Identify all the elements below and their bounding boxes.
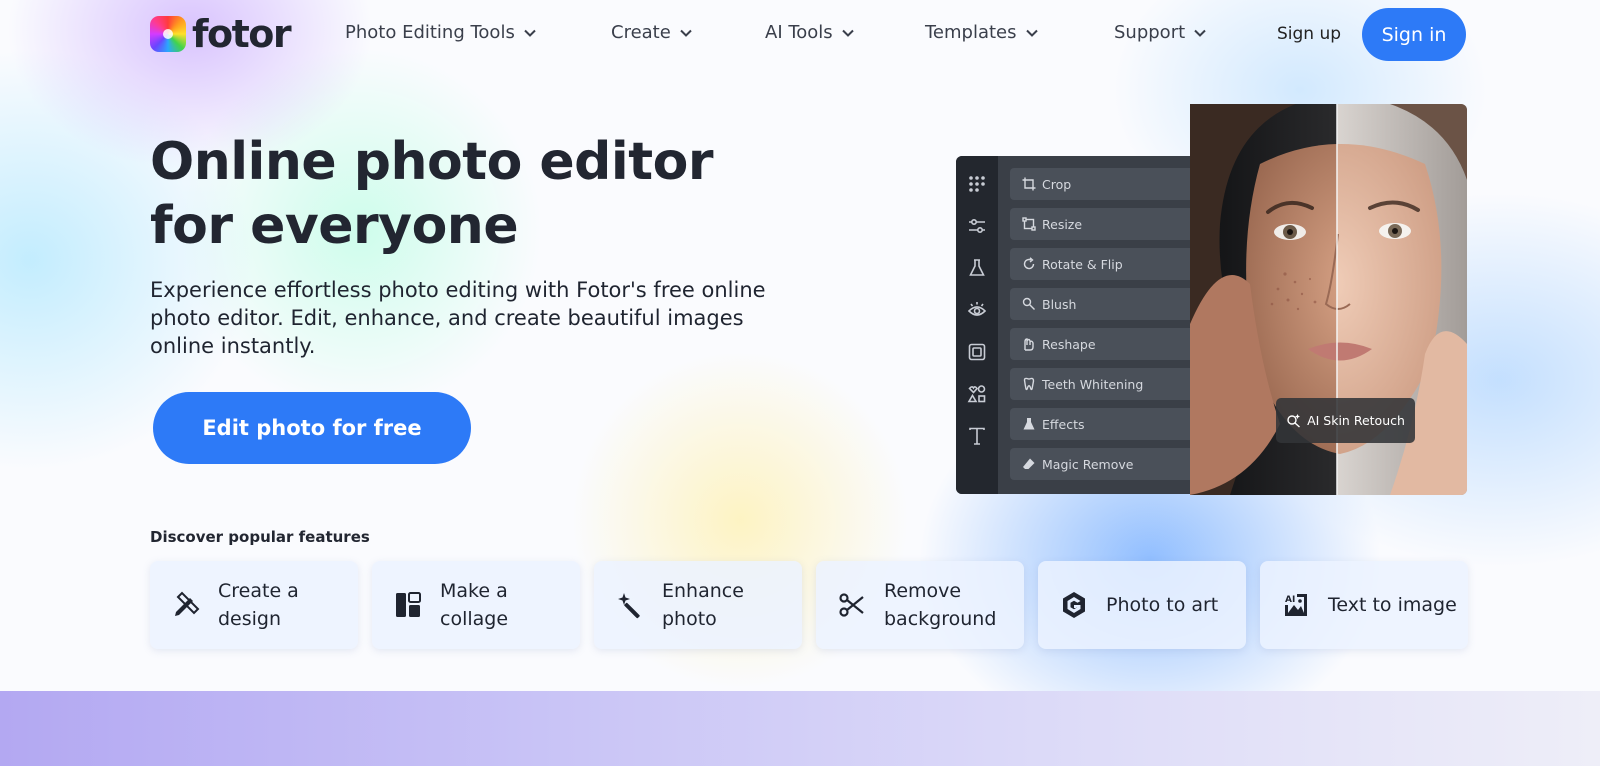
feature-label: Photo to art: [1106, 594, 1219, 616]
nav-support[interactable]: Support: [1114, 22, 1207, 43]
rotate-icon: [1023, 257, 1035, 270]
feature-label: Text to image: [1328, 594, 1457, 616]
resize-icon: [1022, 217, 1036, 231]
ai-skin-retouch-badge[interactable]: AI Skin Retouch: [1276, 398, 1415, 443]
tool-label: Reshape: [1042, 336, 1096, 352]
feature-label: Enhance photo: [662, 580, 744, 630]
hero-title: Online photo editor for everyone: [150, 132, 713, 256]
feature-label: Make a collage: [440, 580, 509, 630]
nav-label: Support: [1114, 22, 1186, 43]
chevron-down-icon: [1194, 29, 1206, 37]
feature-text-to-image[interactable]: AI Text to image: [1260, 561, 1468, 649]
chevron-down-icon: [524, 29, 536, 37]
feature-enhance-photo[interactable]: Enhance photo: [594, 561, 802, 649]
tool-rotate-flip[interactable]: Rotate & Flip: [1010, 248, 1192, 280]
scissors-icon: [839, 593, 864, 617]
crop-icon: [1022, 177, 1036, 191]
feature-remove-background[interactable]: Remove background: [816, 561, 1024, 649]
eye-icon: [967, 302, 987, 316]
art-g-icon: [1063, 592, 1085, 618]
tooth-icon: [1023, 377, 1035, 391]
nav-label: AI Tools: [765, 22, 833, 43]
tool-reshape[interactable]: Reshape: [1010, 328, 1192, 360]
tool-label: Resize: [1042, 216, 1083, 232]
chevron-down-icon: [680, 29, 692, 37]
editor-tool-rail: [956, 156, 998, 494]
nav-templates[interactable]: Templates: [925, 22, 1039, 43]
next-section-band: [0, 691, 1600, 766]
tool-resize[interactable]: Resize: [1010, 208, 1192, 240]
chevron-down-icon: [841, 29, 854, 37]
magic-wand-icon: [618, 593, 640, 619]
tool-label: Effects: [1042, 416, 1085, 432]
edit-photo-cta-button[interactable]: Edit photo for free: [153, 392, 471, 464]
tool-teeth-whitening[interactable]: Teeth Whitening: [1010, 368, 1192, 400]
svg-text:AI: AI: [1285, 595, 1295, 605]
fotor-logo-text: fotor: [192, 12, 292, 56]
flask-icon: [1023, 418, 1035, 430]
ai-image-icon: AI: [1285, 594, 1307, 616]
feature-make-collage[interactable]: Make a collage: [372, 561, 580, 649]
feature-photo-to-art[interactable]: Photo to art: [1038, 561, 1246, 649]
feature-label: Remove background: [884, 580, 997, 630]
nav-create[interactable]: Create: [611, 22, 693, 43]
tool-label: Crop: [1042, 176, 1072, 192]
eraser-icon: [1023, 458, 1035, 469]
hero-subtitle: Experience effortless photo editing with…: [150, 278, 766, 358]
tool-label: Blush: [1042, 296, 1077, 312]
frame-icon: [968, 343, 986, 361]
pencil-ruler-icon: [175, 591, 200, 616]
ai-skin-retouch-label: AI Skin Retouch: [1307, 413, 1405, 428]
feature-create-design[interactable]: Create a design: [150, 561, 358, 649]
sliders-icon: [969, 218, 985, 234]
tool-label: Magic Remove: [1042, 456, 1134, 472]
text-icon: [969, 427, 985, 445]
sign-up-link[interactable]: Sign up: [1277, 24, 1341, 44]
nav-photo-editing-tools[interactable]: Photo Editing Tools: [345, 22, 537, 43]
skin-retouch-icon: [1287, 414, 1301, 428]
feature-label: Create a design: [218, 580, 299, 630]
fotor-logo[interactable]: fotor: [150, 12, 292, 56]
tool-crop[interactable]: Crop: [1010, 168, 1192, 200]
sign-in-button[interactable]: Sign in: [1362, 8, 1466, 61]
fotor-logo-mark-icon: [150, 16, 186, 52]
flask-icon: [969, 259, 985, 276]
grid-icon: [969, 176, 985, 192]
tool-effects[interactable]: Effects: [1010, 408, 1192, 440]
editor-preview-panel: Crop Resize Rotate & Flip Blush Reshape …: [956, 156, 1192, 494]
nav-label: Create: [611, 22, 671, 43]
chevron-down-icon: [1025, 29, 1038, 37]
nav-label: Templates: [925, 22, 1017, 43]
tool-label: Rotate & Flip: [1042, 256, 1123, 272]
features-heading: Discover popular features: [150, 528, 370, 546]
tool-magic-remove[interactable]: Magic Remove: [1010, 448, 1192, 480]
nav-ai-tools[interactable]: AI Tools: [765, 22, 855, 43]
tool-blush[interactable]: Blush: [1010, 288, 1192, 320]
collage-icon: [396, 592, 421, 617]
reshape-icon: [1024, 338, 1034, 351]
nav-label: Photo Editing Tools: [345, 22, 515, 43]
tool-label: Teeth Whitening: [1042, 376, 1144, 392]
blush-icon: [1022, 297, 1035, 310]
site-header: fotor Photo Editing Tools Create AI Tool…: [0, 0, 1600, 70]
shapes-icon: [967, 385, 986, 403]
